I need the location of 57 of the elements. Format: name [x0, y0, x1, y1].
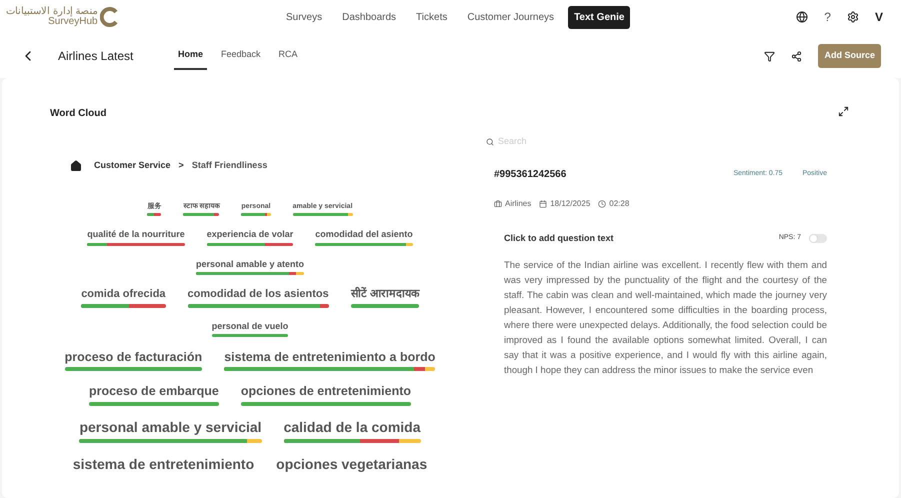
nav-tab[interactable]: Text Genie: [568, 6, 630, 28]
sentiment-bar: [241, 213, 271, 216]
page-tab[interactable]: RCA: [274, 42, 302, 70]
logo-name: SurveyHub: [48, 17, 98, 27]
nav-tab[interactable]: Surveys: [280, 6, 328, 28]
filter-icon[interactable]: [764, 50, 776, 62]
home-icon[interactable]: [70, 160, 82, 172]
word-cloud-term[interactable]: proceso de facturación: [64, 350, 202, 366]
add-source-button[interactable]: Add Source: [818, 44, 881, 68]
question-text[interactable]: Click to add question text: [504, 232, 614, 245]
word-cloud-term[interactable]: comodidad del asiento: [315, 229, 413, 240]
word-cloud-term[interactable]: sistema de entretenimiento: [72, 456, 254, 473]
word-cloud-term[interactable]: opciones de entretenimiento: [240, 384, 412, 400]
share-icon[interactable]: [791, 50, 802, 62]
word-cloud-term[interactable]: personal de vuelo: [212, 320, 288, 332]
time-text: 02:28: [609, 198, 630, 210]
nav-tab[interactable]: Tickets: [410, 6, 454, 28]
word-cloud-term[interactable]: personal amable y atento: [196, 258, 304, 270]
nav-tab[interactable]: Customer Journeys: [461, 6, 560, 28]
word-cloud-term[interactable]: comida ofrecida: [81, 288, 166, 302]
word-cloud-term[interactable]: experiencia de volar: [206, 229, 294, 240]
briefcase-icon: [494, 200, 502, 208]
page-tab[interactable]: Feedback: [217, 42, 265, 70]
calendar-icon: [539, 200, 548, 208]
user-avatar[interactable]: V: [874, 8, 883, 26]
sentiment-bar: [183, 213, 220, 216]
response-id: #995361242566: [494, 168, 566, 182]
breadcrumb-item[interactable]: Customer Service: [94, 159, 171, 172]
search-icon: [486, 138, 494, 146]
section-title: Word Cloud: [50, 107, 108, 121]
date-text: 18/12/2025: [550, 198, 590, 210]
expand-icon[interactable]: [838, 106, 849, 117]
settings-icon[interactable]: [846, 11, 859, 23]
globe-icon[interactable]: [796, 11, 808, 23]
help-icon[interactable]: ?: [824, 8, 831, 26]
category-text: Airlines: [505, 198, 532, 210]
sentiment-bar: [350, 304, 419, 308]
word-cloud-term[interactable]: comodidad de los asientos: [188, 288, 329, 302]
word-cloud-term[interactable]: personal amable y servicial: [79, 419, 262, 436]
sentiment-bar: [292, 213, 353, 216]
sentiment-bar: [147, 213, 162, 216]
page-title: Airlines Latest: [58, 48, 134, 65]
logo-icon: [100, 7, 120, 27]
breadcrumb-item[interactable]: Staff Friendliness: [192, 159, 268, 172]
clock-icon: [598, 200, 606, 208]
nps-toggle[interactable]: [809, 234, 827, 243]
breadcrumb-separator: >: [178, 159, 184, 172]
review-text: The service of the Indian airline was excellent. I recently flew with them and was very impressed by the punctuality of the flight and the courtesy of the staff. The cabin was clean and well-maintained, which made the journey very pleasant. However, I encountered some difficulties in the boarding process, where there were unexpected delays. Additionally, the food selection could be improved as I found the available options somewhat limited. Overall, I can say that it was a positive experience, and I would fly with this airline again, though I hope they can address the minor issues to make the service even: [504, 258, 827, 377]
nav-tab[interactable]: Dashboards: [336, 6, 402, 28]
logo-arabic-text: منصة إدارة الاستبيانات: [6, 7, 98, 17]
word-cloud-term[interactable]: proceso de embarque: [88, 384, 219, 400]
word-cloud-term[interactable]: opciones vegetarianas: [276, 456, 428, 473]
word-cloud-term[interactable]: सीटें आरामदायक: [350, 288, 419, 302]
word-cloud-term[interactable]: qualité de la nourriture: [87, 229, 185, 240]
page-tab[interactable]: Home: [174, 42, 208, 70]
word-cloud-term[interactable]: calidad de la comida: [284, 419, 421, 436]
word-cloud-term[interactable]: sistema de entretenimiento a bordo: [224, 350, 436, 366]
